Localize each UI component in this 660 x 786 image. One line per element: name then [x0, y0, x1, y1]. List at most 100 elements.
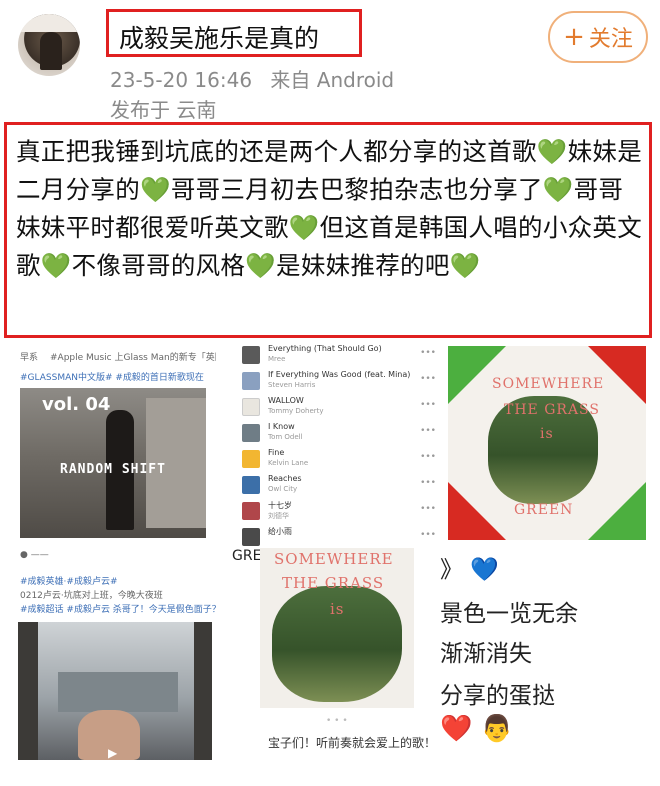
corner-triangle — [588, 346, 646, 404]
post-text-segment: 是妹妹推荐的吧 — [276, 251, 450, 280]
song-title: Everything (That Should Go) — [268, 344, 382, 353]
cover-text: SOMEWHERE — [492, 376, 605, 392]
title-highlight-box: 成毅吴施乐是真的 — [106, 9, 362, 57]
window-frame — [18, 622, 38, 760]
green-heart-icon: 💚 — [449, 251, 481, 280]
avatar-background — [18, 14, 80, 32]
avatar[interactable] — [18, 14, 80, 76]
song-cover — [242, 372, 260, 390]
thumb1-user: 早系 — [20, 353, 39, 363]
city-skyline — [58, 672, 178, 712]
song-row: I Know Tom Odell ••• — [242, 422, 436, 446]
song-artist: Tom Odell — [268, 433, 303, 441]
volume-label: vol. 04 — [42, 394, 111, 415]
cover-text: THE GRASS — [282, 574, 385, 592]
lyric-line: 分享的蛋挞 — [440, 683, 555, 709]
random-shift-text: RANDOM SHIFT — [60, 462, 166, 477]
song-row: 十七岁刘德华 ••• — [242, 500, 436, 524]
thumb4-line2: 0212卢云·坑底对上班，今晚大夜班 — [20, 591, 163, 601]
song-title: If Everything Was Good (feat. Mina) — [268, 370, 411, 379]
song-cover — [242, 528, 260, 546]
image-thumbnail-6[interactable]: 》 💙 景色一览无余 渐渐消失 分享的蛋挞 ❤️ 👨 — [440, 548, 650, 774]
cover-text: is — [330, 600, 345, 618]
follow-button[interactable]: + 关注 — [548, 11, 648, 63]
thumb5-caption: 宝子们！听前奏就会爱上的歌！ — [268, 736, 432, 750]
song-cover — [242, 476, 260, 494]
post-text-segment: 真正把我锤到坑底的还是两个人都分享的这首歌 — [16, 137, 537, 166]
album-cover: SOMEWHERE THE GRASS is GREEN — [448, 346, 646, 540]
image-thumbnail-1[interactable]: 早系 #Apple Music 上Glass Man的新专「英国 Ran #GL… — [10, 346, 216, 540]
play-icon[interactable]: ▶ — [108, 746, 117, 760]
plus-icon: + — [563, 22, 585, 52]
post-title[interactable]: 成毅吴施乐是真的 — [119, 19, 319, 55]
green-heart-icon: 💚 — [536, 137, 568, 166]
song-cover — [242, 424, 260, 442]
thumb1-line1: #Apple Music 上Glass Man的新专「英国 Ran — [50, 353, 216, 363]
song-artist: Mree — [268, 355, 286, 363]
song-row: Reaches Owl City ••• — [242, 474, 436, 498]
cover-text: THE GRASS — [504, 402, 600, 418]
green-heart-icon: 💚 — [40, 251, 72, 280]
follow-label: 关注 — [588, 27, 633, 52]
song-title: 十七岁 — [268, 501, 292, 510]
thumb1-line2: #GLASSMAN中文版# #成毅的首日新歌现在 — [20, 373, 204, 383]
song-artist: Tommy Doherty — [268, 407, 324, 415]
song-cover — [242, 450, 260, 468]
post-date: 23-5-20 16:46 — [110, 68, 253, 92]
image-thumbnail-2[interactable]: Everything (That Should Go) Mree ••• If Ev… — [236, 338, 440, 548]
thumb4-line3: #成毅超话 #成毅卢云 杀哥了！今天是假色面子？ 出处 — [20, 605, 216, 615]
song-artist: 刘德华 — [268, 512, 289, 520]
window-frame — [194, 622, 212, 760]
song-row: 给小雨 ••• — [242, 526, 436, 548]
thumb1-photo: vol. 04 RANDOM SHIFT — [20, 388, 206, 538]
song-artist: Kelvin Lane — [268, 459, 309, 467]
post-text-segment: 哥哥三月初去巴黎拍杂志也分享了 — [170, 175, 543, 204]
corner-triangle — [448, 346, 506, 404]
post-header: 成毅吴施乐是真的 + 关注 23-5-20 16:46 来自 Android 发… — [0, 0, 660, 125]
post-body-highlight-box: 真正把我锤到坑底的还是两个人都分享的这首歌💚妹妹是二月分享的💚哥哥三月初去巴黎拍… — [4, 122, 652, 338]
lyric-line: 景色一览无余 — [440, 601, 578, 627]
song-cover — [242, 346, 260, 364]
corner-triangle — [448, 482, 506, 540]
lyric-line: 》 💙 — [440, 557, 499, 583]
thumb4-line1: #成毅英雄·#成毅卢云# — [20, 577, 118, 587]
lyric-line: ❤️ 👨 — [440, 714, 514, 744]
song-title: Reaches — [268, 474, 302, 483]
page-dots: • • • — [326, 716, 348, 726]
song-row: WALLOW Tommy Doherty ••• — [242, 396, 436, 420]
image-thumbnail-3[interactable]: SOMEWHERE THE GRASS is GREEN — [448, 346, 646, 540]
album-cover: SOMEWHERE THE GRASS is — [260, 548, 414, 708]
cover-text: GREEN — [514, 502, 574, 518]
song-cover — [242, 398, 260, 416]
green-heart-icon: 💚 — [245, 251, 277, 280]
song-title: Fine — [268, 448, 285, 457]
post-text-segment: 不像哥哥的风格 — [71, 251, 246, 280]
post-meta: 23-5-20 16:46 来自 Android — [110, 64, 394, 93]
song-title: I Know — [268, 422, 295, 431]
song-title: 给小雨 — [268, 527, 292, 536]
more-icon: ••• — [420, 452, 436, 462]
avatar-figure — [40, 32, 62, 70]
post-location: 发布于 云南 — [110, 98, 217, 122]
more-icon: ••• — [420, 426, 436, 436]
more-icon: ••• — [420, 348, 436, 358]
more-icon: ••• — [420, 374, 436, 384]
thumb4-user: ● —— — [20, 550, 49, 560]
song-cover — [242, 502, 260, 520]
more-icon: ••• — [420, 478, 436, 488]
image-thumbnail-4[interactable]: ● —— #成毅英雄·#成毅卢云# 0212卢云·坑底对上班，今晚大夜班 #成毅… — [10, 548, 216, 774]
post-body: 真正把我锤到坑底的还是两个人都分享的这首歌💚妹妹是二月分享的💚哥哥三月初去巴黎拍… — [16, 133, 646, 285]
lyric-line: 渐渐消失 — [440, 641, 532, 667]
green-heart-icon: 💚 — [288, 213, 320, 242]
cover-text: SOMEWHERE — [274, 550, 394, 568]
song-artist: Owl City — [268, 485, 298, 493]
image-thumbnail-5[interactable]: SOMEWHERE THE GRASS is GREEN • • • 宝子们！听… — [232, 548, 432, 774]
song-row: Everything (That Should Go) Mree ••• — [242, 344, 436, 368]
green-heart-icon: 💚 — [140, 175, 171, 204]
more-icon: ••• — [420, 504, 436, 514]
post-source: 来自 Android — [270, 68, 395, 92]
more-icon: ••• — [420, 530, 436, 540]
song-row: If Everything Was Good (feat. Mina) Steve… — [242, 370, 436, 394]
more-icon: ••• — [420, 400, 436, 410]
corner-triangle — [588, 482, 646, 540]
